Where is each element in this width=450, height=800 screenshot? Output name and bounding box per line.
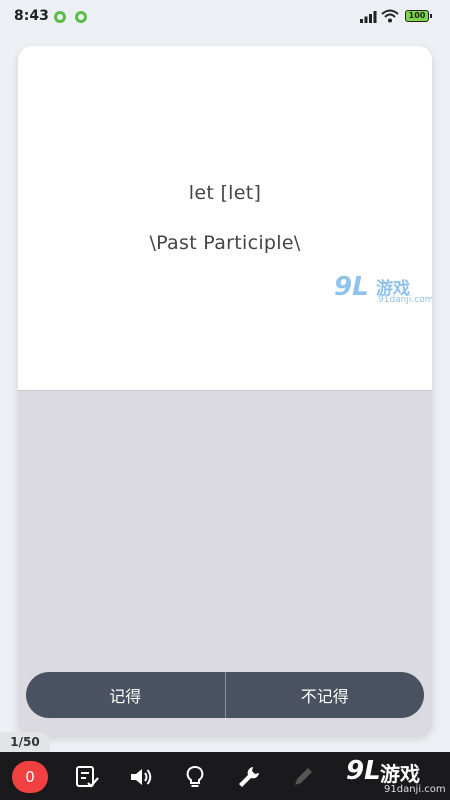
remember-button[interactable]: 记得 bbox=[26, 672, 225, 718]
speaker-icon[interactable] bbox=[128, 764, 154, 790]
word-form-text: \Past Participle\ bbox=[149, 232, 301, 254]
footer-logo-text: 游戏 bbox=[380, 762, 420, 786]
bottom-toolbar: 0 9L 游戏 91danji.com bbox=[0, 752, 450, 800]
watermark-logo-mark: 9L bbox=[334, 272, 369, 302]
watermark-logo: 9L 游戏 91danji.com bbox=[334, 272, 432, 308]
footer-logo-mark: 9L bbox=[346, 756, 381, 786]
flashcard-front[interactable]: let [let] \Past Participle\ 9L 游戏 91danj… bbox=[18, 46, 432, 391]
score-badge[interactable]: 0 bbox=[12, 761, 48, 793]
status-bar: 8:43 100 bbox=[0, 0, 450, 34]
status-time: 8:43 bbox=[14, 8, 49, 24]
answer-bar: 记得 不记得 bbox=[26, 672, 424, 718]
pencil-icon[interactable] bbox=[290, 764, 316, 790]
signal-icon bbox=[360, 11, 377, 23]
footer-logo: 9L 游戏 91danji.com bbox=[340, 756, 450, 800]
forgot-button[interactable]: 不记得 bbox=[226, 672, 425, 718]
lightbulb-icon[interactable] bbox=[182, 764, 208, 790]
wifi-icon bbox=[381, 9, 399, 23]
footer-logo-url: 91danji.com bbox=[384, 784, 446, 795]
checklist-icon[interactable] bbox=[74, 764, 100, 790]
page-counter: 1/50 bbox=[0, 732, 50, 752]
flashcard[interactable]: let [let] \Past Participle\ 9L 游戏 91danj… bbox=[18, 46, 432, 736]
wrench-icon[interactable] bbox=[236, 764, 262, 790]
notification-icon bbox=[75, 11, 87, 23]
word-text: let [let] bbox=[188, 182, 262, 204]
watermark-logo-url: 91danji.com bbox=[378, 295, 432, 305]
battery-icon: 100 bbox=[405, 10, 432, 22]
notification-icon bbox=[54, 11, 66, 23]
